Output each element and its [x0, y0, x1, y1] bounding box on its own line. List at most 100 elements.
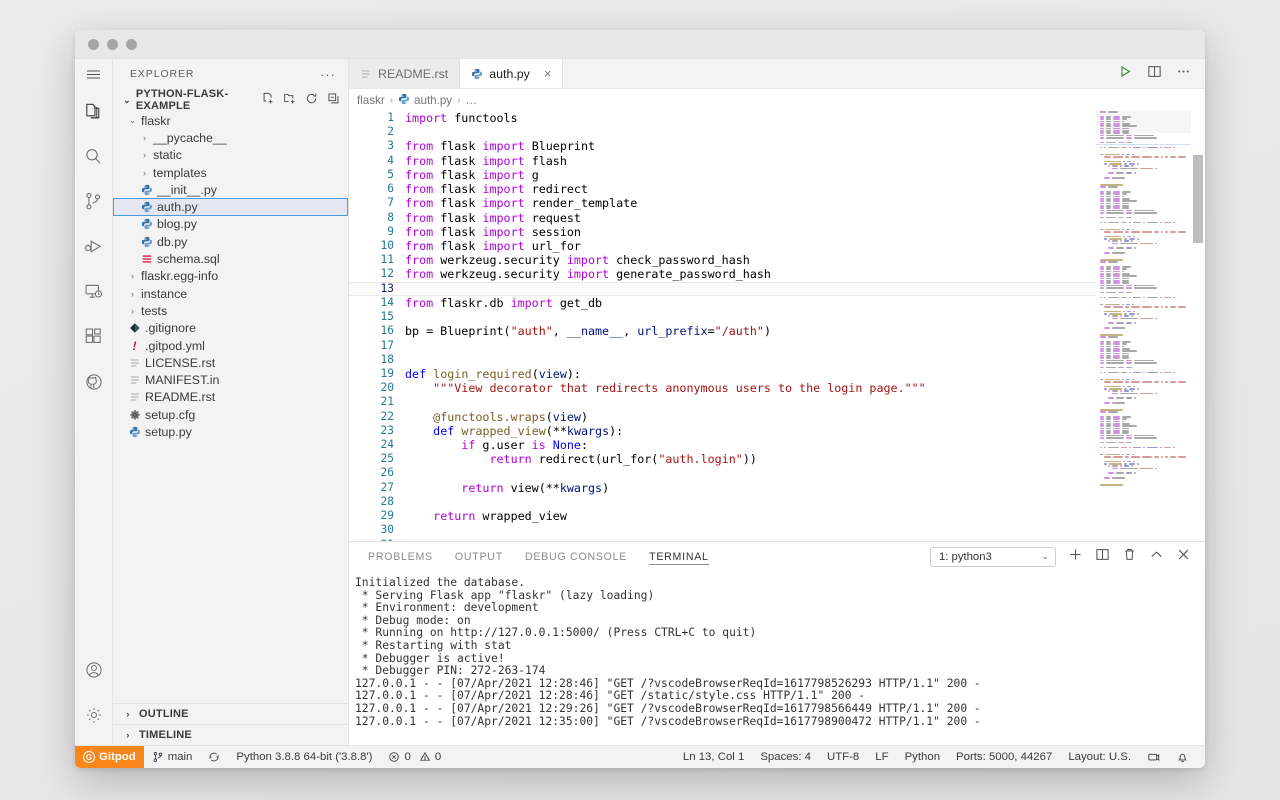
file-tree[interactable]: ⌄flaskr›__pycache__›static›templates__in…	[113, 111, 348, 441]
split-editor-icon[interactable]	[1147, 64, 1162, 84]
chevron-right-icon[interactable]: ›	[127, 271, 138, 281]
code-line[interactable]: 25 return redirect(url_for("auth.login")…	[349, 452, 1096, 466]
ellipsis-icon[interactable]	[1176, 64, 1191, 84]
terminal-selector[interactable]: 1: python3 ⌄	[930, 547, 1056, 567]
tree-item--gitpod-yml[interactable]: !.gitpod.yml	[113, 337, 348, 354]
code-line[interactable]: 17	[349, 339, 1096, 353]
minimize-window-button[interactable]	[107, 39, 118, 50]
editor-tab-auth-py[interactable]: auth.py×	[460, 59, 563, 88]
editor-vertical-scrollbar[interactable]	[1191, 111, 1205, 541]
breadcrumb-item[interactable]: flaskr	[357, 94, 385, 107]
code-line[interactable]: 18	[349, 353, 1096, 367]
code-line[interactable]: 9from flask import session	[349, 225, 1096, 239]
code-line[interactable]: 28	[349, 495, 1096, 509]
tree-item--gitignore[interactable]: .gitignore	[113, 320, 348, 337]
status-ports[interactable]: Ports: 5000, 44267	[948, 746, 1060, 768]
status-language-mode[interactable]: Python	[897, 746, 948, 768]
sidebar-section-outline[interactable]: ›OUTLINE	[113, 703, 348, 724]
tree-item-templates[interactable]: ›templates	[113, 164, 348, 181]
breadcrumb-item[interactable]: auth.py	[398, 93, 452, 108]
activity-run-debug-icon[interactable]	[75, 224, 112, 269]
activity-github-icon[interactable]	[75, 359, 112, 404]
collapse-all-icon[interactable]	[327, 92, 340, 108]
account-icon[interactable]	[75, 647, 112, 692]
activity-source-control-icon[interactable]	[75, 179, 112, 224]
code-line[interactable]: 29 return wrapped_view	[349, 509, 1096, 523]
tree-item-db-py[interactable]: db.py	[113, 233, 348, 250]
code-line[interactable]: 12from werkzeug.security import generate…	[349, 267, 1096, 281]
editor-minimap[interactable]	[1096, 111, 1191, 541]
new-file-icon[interactable]	[261, 92, 274, 108]
tree-item-flaskr-egg-info[interactable]: ›flaskr.egg-info	[113, 268, 348, 285]
code-line[interactable]: 26	[349, 466, 1096, 480]
code-line[interactable]: 20 """View decorator that redirects anon…	[349, 381, 1096, 395]
close-tab-icon[interactable]: ×	[544, 67, 552, 80]
status-screencast[interactable]	[1139, 746, 1168, 768]
status-cursor-position[interactable]: Ln 13, Col 1	[675, 746, 752, 768]
close-window-button[interactable]	[88, 39, 99, 50]
scrollbar-thumb[interactable]	[1193, 155, 1203, 243]
status-eol[interactable]: LF	[867, 746, 896, 768]
activity-remote-explorer-icon[interactable]	[75, 269, 112, 314]
panel-tab-problems[interactable]: PROBLEMS	[357, 542, 444, 571]
activity-explorer-icon[interactable]	[75, 89, 112, 134]
panel-tab-debug-console[interactable]: DEBUG CONSOLE	[514, 542, 638, 571]
breadcrumb[interactable]: flaskr›auth.py›…	[349, 89, 1205, 111]
code-line[interactable]: 15	[349, 310, 1096, 324]
code-line[interactable]: 3from flask import Blueprint	[349, 139, 1096, 153]
sidebar-more-actions[interactable]: ···	[320, 67, 336, 82]
maximize-window-button[interactable]	[126, 39, 137, 50]
code-lines-viewport[interactable]: 1import functools23from flask import Blu…	[349, 111, 1096, 541]
chevron-right-icon[interactable]: ›	[122, 730, 134, 740]
tree-item-instance[interactable]: ›instance	[113, 285, 348, 302]
code-line[interactable]: 21	[349, 395, 1096, 409]
chevron-right-icon[interactable]: ›	[127, 306, 138, 316]
code-line[interactable]: 8from flask import request	[349, 211, 1096, 225]
project-root-header[interactable]: ⌄ PYTHON-FLASK-EXAMPLE	[113, 89, 348, 111]
chevron-right-icon[interactable]: ›	[127, 289, 138, 299]
tree-item-static[interactable]: ›static	[113, 147, 348, 164]
code-line[interactable]: 19def login_required(view):	[349, 367, 1096, 381]
activity-extensions-icon[interactable]	[75, 314, 112, 359]
status-branch[interactable]: main	[144, 746, 201, 768]
trash-icon[interactable]	[1122, 547, 1137, 567]
status-gitpod[interactable]: G Gitpod	[75, 746, 144, 768]
status-problems[interactable]: 0 0	[380, 746, 449, 768]
breadcrumb-item[interactable]: …	[465, 94, 477, 107]
code-line[interactable]: 1import functools	[349, 111, 1096, 125]
tree-item-tests[interactable]: ›tests	[113, 302, 348, 319]
gear-icon[interactable]	[75, 692, 112, 737]
tree-item-setup-cfg[interactable]: setup.cfg	[113, 406, 348, 423]
code-line[interactable]: 11from werkzeug.security import check_pa…	[349, 253, 1096, 267]
code-line[interactable]: 5from flask import g	[349, 168, 1096, 182]
status-python-version[interactable]: Python 3.8.8 64-bit ('3.8.8')	[228, 746, 380, 768]
tree-item-blog-py[interactable]: blog.py	[113, 216, 348, 233]
status-sync[interactable]	[200, 746, 228, 768]
tree-item-auth-py[interactable]: auth.py	[113, 198, 348, 215]
code-line[interactable]: 2	[349, 125, 1096, 139]
code-line[interactable]: 6from flask import redirect	[349, 182, 1096, 196]
terminal-output[interactable]: Initialized the database. * Serving Flas…	[349, 571, 1205, 745]
status-notifications[interactable]	[1168, 746, 1197, 768]
panel-tab-terminal[interactable]: TERMINAL	[638, 542, 720, 571]
code-line[interactable]: 22 @functools.wraps(view)	[349, 410, 1096, 424]
menu-hamburger-icon[interactable]	[75, 59, 112, 89]
play-icon[interactable]	[1118, 64, 1133, 84]
code-line[interactable]: 13	[349, 282, 1096, 296]
chevron-up-icon[interactable]	[1149, 547, 1164, 567]
tree-item-flaskr[interactable]: ⌄flaskr	[113, 112, 348, 129]
chevron-right-icon[interactable]: ›	[139, 168, 150, 178]
status-layout[interactable]: Layout: U.S.	[1060, 746, 1139, 768]
panel-tab-output[interactable]: OUTPUT	[444, 542, 514, 571]
tree-item--init-py[interactable]: __init__.py	[113, 181, 348, 198]
editor-tab-readme-rst[interactable]: README.rst	[349, 59, 460, 88]
code-content[interactable]: 1import functools23from flask import Blu…	[349, 111, 1096, 541]
code-line[interactable]: 10from flask import url_for	[349, 239, 1096, 253]
code-line[interactable]: 27 return view(**kwargs)	[349, 481, 1096, 495]
chevron-down-icon[interactable]: ⌄	[1041, 551, 1049, 562]
chevron-right-icon[interactable]: ›	[122, 709, 134, 719]
chevron-down-icon[interactable]: ⌄	[127, 115, 138, 126]
plus-icon[interactable]	[1068, 547, 1083, 567]
refresh-icon[interactable]	[305, 92, 318, 108]
code-line[interactable]: 30	[349, 523, 1096, 537]
